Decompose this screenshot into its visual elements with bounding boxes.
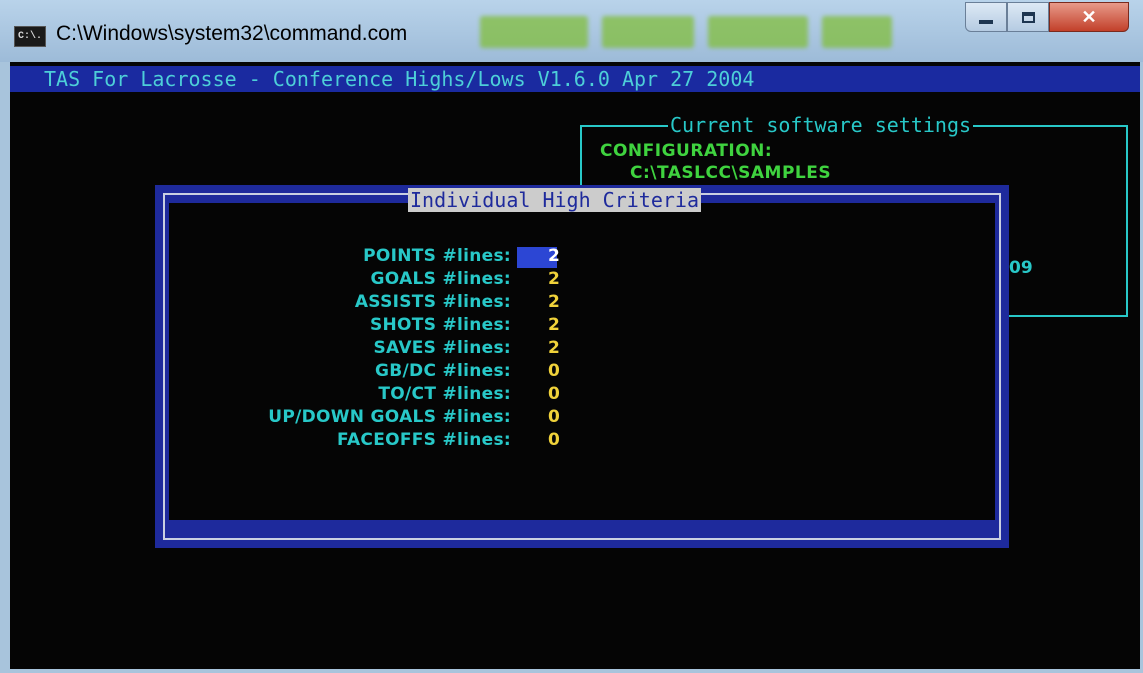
row-label: FACEOFFS #lines: bbox=[337, 430, 511, 450]
criteria-row-goals[interactable]: GOALS #lines: 2 bbox=[169, 267, 995, 291]
row-label: SHOTS #lines: bbox=[369, 315, 511, 335]
command-prompt-icon[interactable]: C:\. bbox=[14, 26, 46, 47]
criteria-row-assists[interactable]: ASSISTS #lines: 2 bbox=[169, 290, 995, 314]
row-label: ASSISTS #lines: bbox=[354, 292, 511, 312]
blurred-taskbar-tabs bbox=[480, 16, 892, 48]
minimize-icon bbox=[979, 20, 993, 24]
maximize-icon bbox=[1021, 11, 1035, 23]
app-header-text: TAS For Lacrosse - Conference Highs/Lows… bbox=[44, 67, 755, 91]
close-icon: ✕ bbox=[1081, 6, 1097, 27]
gb-dc-lines-input[interactable]: 0 bbox=[548, 359, 560, 383]
config-label: CONFIGURATION: bbox=[600, 141, 773, 161]
title-bar[interactable]: C:\. C:\Windows\system32\command.com ✕ bbox=[0, 0, 1143, 62]
dialog-title: Individual High Criteria bbox=[408, 188, 701, 212]
criteria-row-gb-dc[interactable]: GB/DC #lines: 0 bbox=[169, 359, 995, 383]
row-label: SAVES #lines: bbox=[373, 338, 511, 358]
points-lines-input[interactable]: 2 bbox=[548, 244, 560, 268]
window-title: C:\Windows\system32\command.com bbox=[56, 22, 408, 45]
window-controls: ✕ bbox=[965, 2, 1129, 32]
app-header-bar: TAS For Lacrosse - Conference Highs/Lows… bbox=[10, 66, 1140, 92]
criteria-row-to-ct[interactable]: TO/CT #lines: 0 bbox=[169, 382, 995, 406]
faceoffs-lines-input[interactable]: 0 bbox=[548, 428, 560, 452]
criteria-row-saves[interactable]: SAVES #lines: 2 bbox=[169, 336, 995, 360]
config-path: C:\TASLCC\SAMPLES bbox=[630, 163, 832, 183]
goals-lines-input[interactable]: 2 bbox=[548, 267, 560, 291]
criteria-row-points[interactable]: POINTS #lines: 2 bbox=[169, 244, 995, 268]
minimize-button[interactable] bbox=[965, 2, 1007, 32]
row-label: POINTS #lines: bbox=[363, 246, 511, 266]
row-label: GOALS #lines: bbox=[370, 269, 511, 289]
criteria-row-up-down-goals[interactable]: UP/DOWN GOALS #lines: 0 bbox=[169, 405, 995, 429]
saves-lines-input[interactable]: 2 bbox=[548, 336, 560, 360]
criteria-row-faceoffs[interactable]: FACEOFFS #lines: 0 bbox=[169, 428, 995, 452]
console-window: C:\. C:\Windows\system32\command.com ✕ T… bbox=[0, 0, 1143, 673]
settings-panel-title: Current software settings bbox=[668, 113, 974, 137]
criteria-row-shots[interactable]: SHOTS #lines: 2 bbox=[169, 313, 995, 337]
criteria-dialog: POINTS #lines: 2 GOALS #lines: 2 ASSISTS… bbox=[155, 185, 1009, 548]
dialog-body: POINTS #lines: 2 GOALS #lines: 2 ASSISTS… bbox=[169, 203, 995, 520]
assists-lines-input[interactable]: 2 bbox=[548, 290, 560, 314]
console-screen[interactable]: TAS For Lacrosse - Conference Highs/Lows… bbox=[10, 62, 1140, 669]
maximize-button[interactable] bbox=[1007, 2, 1049, 32]
up-down-goals-lines-input[interactable]: 0 bbox=[548, 405, 560, 429]
row-label: GB/DC #lines: bbox=[375, 361, 511, 381]
shots-lines-input[interactable]: 2 bbox=[548, 313, 560, 337]
row-label: TO/CT #lines: bbox=[378, 384, 511, 404]
settings-partial-text: 09 bbox=[1009, 258, 1033, 278]
close-button[interactable]: ✕ bbox=[1049, 2, 1129, 32]
row-label: UP/DOWN GOALS #lines: bbox=[268, 407, 511, 427]
to-ct-lines-input[interactable]: 0 bbox=[548, 382, 560, 406]
